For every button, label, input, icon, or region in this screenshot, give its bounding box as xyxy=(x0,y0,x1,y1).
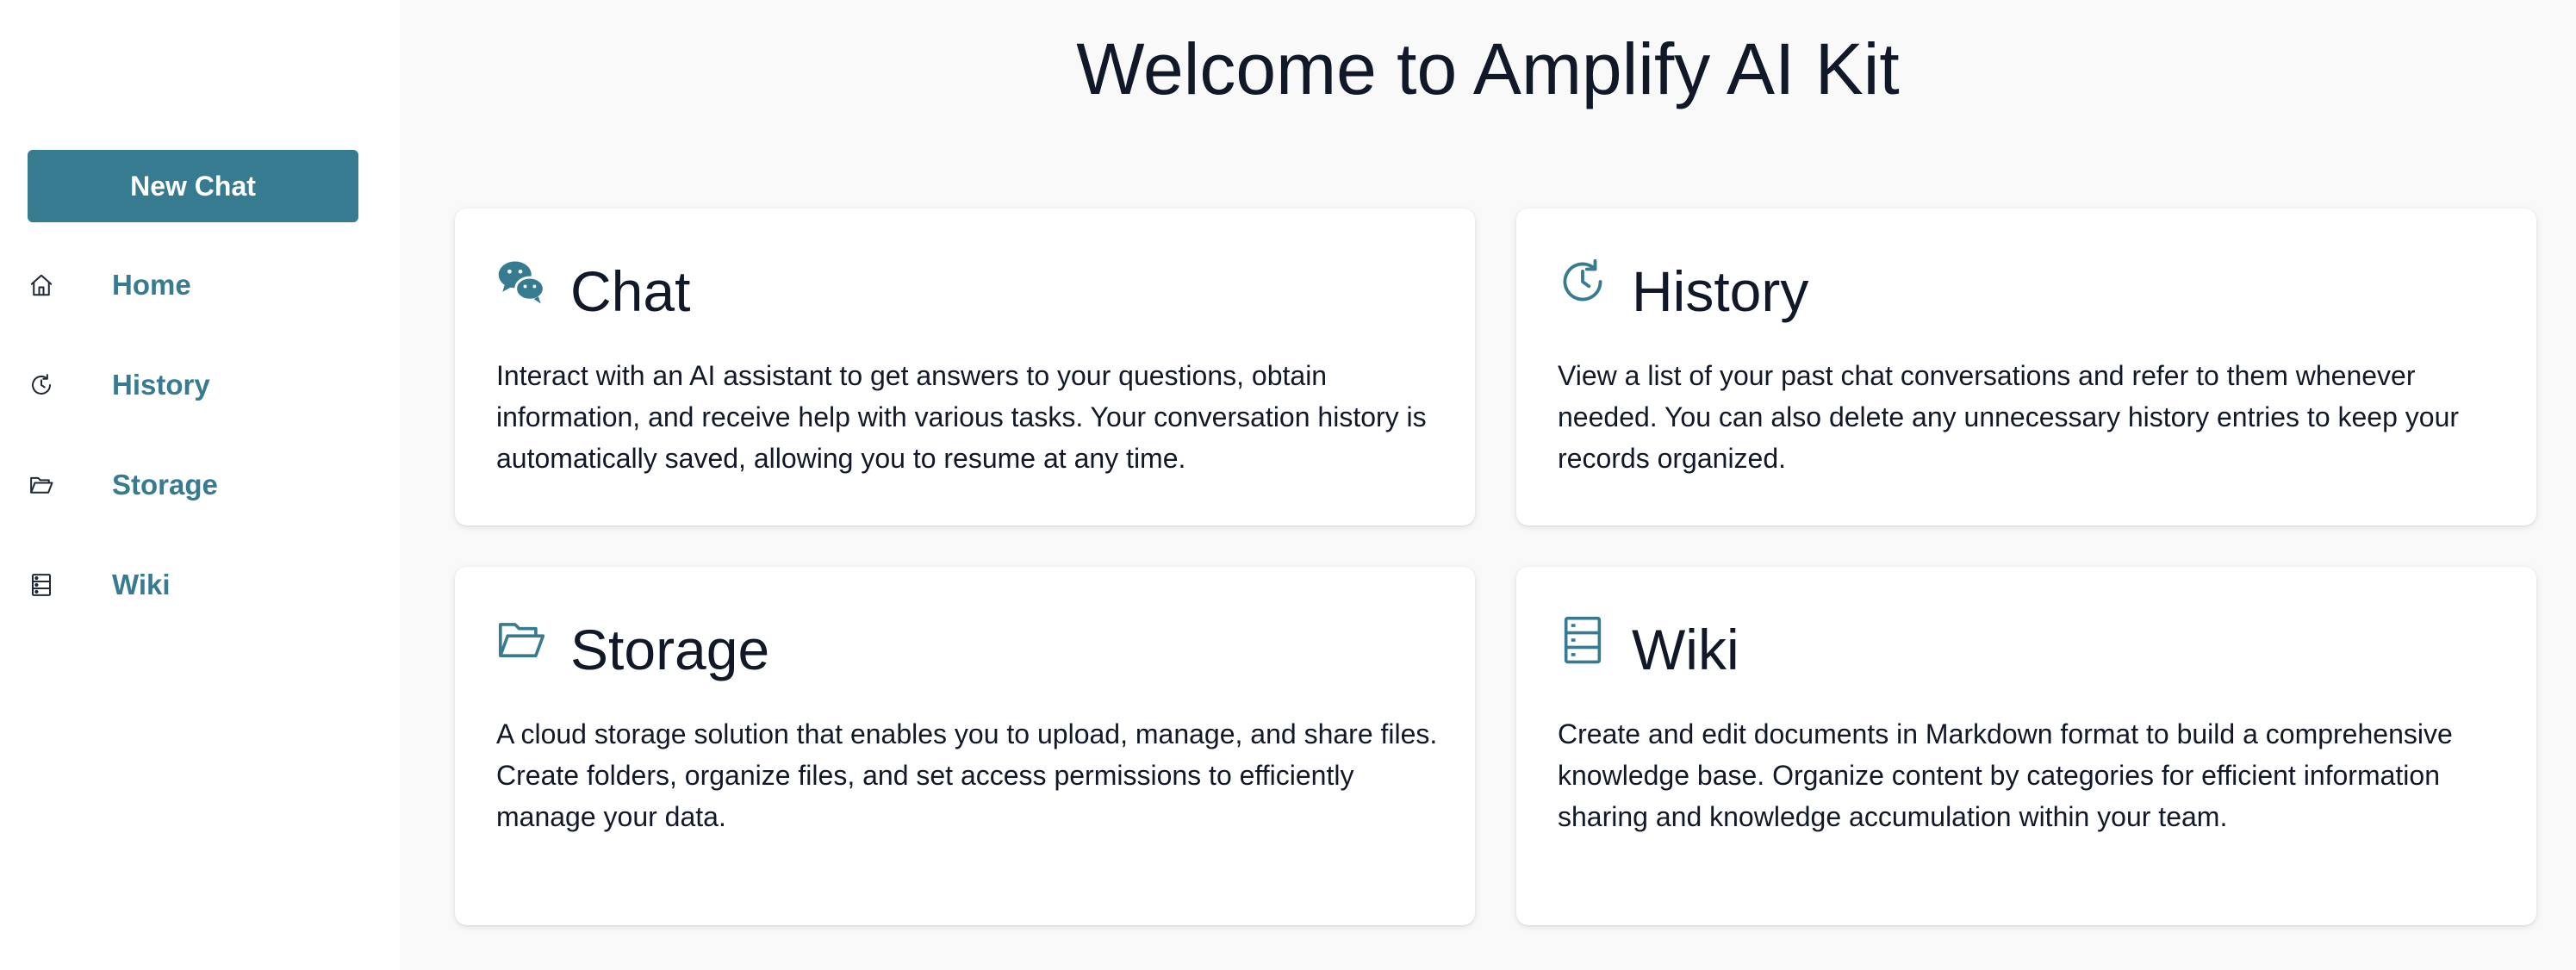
chat-icon xyxy=(496,257,546,307)
sidebar: New Chat Home History Storage Wiki xyxy=(0,0,400,970)
sidebar-item-label: History xyxy=(112,369,210,401)
card-header: Chat xyxy=(496,257,690,326)
sidebar-item-label: Wiki xyxy=(112,569,171,600)
folder-icon xyxy=(496,615,546,665)
card-header: Storage xyxy=(496,615,769,684)
history-icon xyxy=(1558,257,1608,307)
sidebar-item-history[interactable]: History xyxy=(28,359,372,411)
sidebar-item-label: Home xyxy=(112,269,191,301)
card-description: Create and edit documents in Markdown fo… xyxy=(1558,718,2453,832)
main-content: Welcome to Amplify AI Kit Chat Interact … xyxy=(400,0,2576,970)
wiki-icon xyxy=(28,571,55,599)
wiki-icon xyxy=(1558,615,1608,665)
folder-icon xyxy=(28,471,55,499)
history-icon xyxy=(28,371,55,399)
card-description: View a list of your past chat conversati… xyxy=(1558,360,2460,474)
app-root: New Chat Home History Storage Wiki Welco… xyxy=(0,0,2576,970)
card-description: A cloud storage solution that enables yo… xyxy=(496,718,1438,832)
sidebar-item-wiki[interactable]: Wiki xyxy=(28,559,372,611)
card-header: Wiki xyxy=(1558,615,1739,684)
card-wiki[interactable]: Wiki Create and edit documents in Markdo… xyxy=(1516,567,2536,925)
page-title: Welcome to Amplify AI Kit xyxy=(1076,28,1900,109)
card-title: Wiki xyxy=(1632,618,1739,681)
new-chat-button[interactable]: New Chat xyxy=(28,150,358,222)
card-storage[interactable]: Storage A cloud storage solution that en… xyxy=(455,567,1475,925)
card-header: History xyxy=(1558,257,1808,326)
card-title: History xyxy=(1632,259,1809,323)
card-history[interactable]: History View a list of your past chat co… xyxy=(1516,208,2536,525)
card-title: Storage xyxy=(570,618,770,681)
sidebar-item-home[interactable]: Home xyxy=(28,259,372,311)
sidebar-item-storage[interactable]: Storage xyxy=(28,459,372,511)
home-icon xyxy=(28,271,55,299)
card-title: Chat xyxy=(570,259,691,323)
card-chat[interactable]: Chat Interact with an AI assistant to ge… xyxy=(455,208,1475,525)
sidebar-item-label: Storage xyxy=(112,469,218,501)
card-description: Interact with an AI assistant to get ans… xyxy=(496,360,1427,474)
